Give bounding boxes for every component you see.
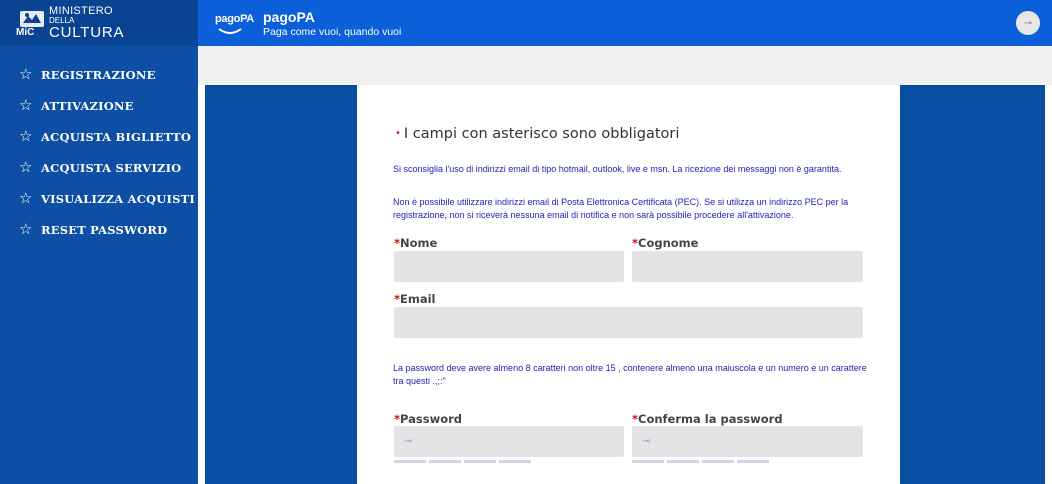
email-input[interactable] (394, 307, 863, 338)
star-outline-icon: ☆ (19, 128, 33, 145)
strength-segment (429, 460, 461, 463)
sidebar-item-label: RESET PASSWORD (41, 222, 168, 237)
header-titles: pagoPA Paga come vuoi, quando vuoi (263, 9, 401, 38)
sidebar-menu: ☆ REGISTRAZIONE ☆ ATTIVAZIONE ☆ ACQUISTA… (0, 45, 198, 245)
sidebar-item-acquista-servizio[interactable]: ☆ ACQUISTA SERVIZIO (0, 152, 198, 183)
star-outline-icon: ☆ (19, 221, 33, 238)
key-icon: ⊸ (642, 436, 651, 447)
sidebar-item-label: REGISTRAZIONE (41, 67, 156, 82)
required-note-text: I campi con asterisco sono obbligatori (403, 126, 680, 142)
email-label: *Email (394, 292, 436, 306)
password-input[interactable]: ⊸ (394, 426, 624, 457)
sidebar: MiC MINISTERO DELLA CULTURA ☆ REGISTRAZI… (0, 0, 198, 484)
toolbar-strip (198, 46, 1052, 85)
confirm-password-input[interactable]: ⊸ (632, 426, 863, 457)
key-icon: ⊸ (404, 436, 413, 447)
header-subtitle: Paga come vuoi, quando vuoi (263, 25, 402, 38)
sidebar-item-registrazione[interactable]: ☆ REGISTRAZIONE (0, 59, 198, 90)
ministry-logo-text: MINISTERO DELLA CULTURA (49, 4, 125, 41)
star-outline-icon: ☆ (19, 97, 33, 114)
sidebar-item-label: ACQUISTA SERVIZIO (41, 160, 182, 175)
right-edge-gap (1045, 85, 1052, 484)
logo-line-3: CULTURA (49, 23, 125, 41)
cognome-label-text: Cognome (638, 236, 699, 250)
sidebar-item-label: VISUALIZZA ACQUISTI (41, 191, 195, 206)
header-bar: pagoPA pagoPA Paga come vuoi, quando vuo… (198, 0, 1052, 46)
star-outline-icon: ☆ (19, 66, 33, 83)
sidebar-item-reset-password[interactable]: ☆ RESET PASSWORD (0, 214, 198, 245)
nome-input[interactable] (394, 251, 624, 282)
sidebar-item-attivazione[interactable]: ☆ ATTIVAZIONE (0, 90, 198, 121)
strength-segment (394, 460, 426, 463)
key-icon: ⊸ (1023, 17, 1033, 29)
pagopa-logo[interactable]: pagoPA (215, 7, 254, 39)
logo-mic-text: MiC (16, 26, 35, 38)
star-outline-icon: ☆ (19, 159, 33, 176)
password-strength-meter (394, 460, 531, 463)
strength-segment (702, 460, 734, 463)
sidebar-item-visualizza-acquisti[interactable]: ☆ VISUALIZZA ACQUISTI (0, 183, 198, 214)
pec-warning-text: Non è possibile utilizzare indirizzi ema… (393, 197, 849, 220)
password-label-text: Password (400, 412, 463, 426)
confirm-strength-meter (632, 460, 769, 463)
strength-segment (632, 460, 664, 463)
strength-segment (737, 460, 769, 463)
strength-segment (499, 460, 531, 463)
ministry-logo[interactable]: MiC MINISTERO DELLA CULTURA (0, 0, 198, 45)
strength-segment (464, 460, 496, 463)
star-outline-icon: ☆ (19, 190, 33, 207)
left-side-panel (205, 85, 357, 484)
registration-form: • I campi con asterisco sono obbligatori … (357, 85, 900, 484)
nome-label-text: Nome (400, 236, 438, 250)
required-fields-note: • I campi con asterisco sono obbligatori (395, 126, 679, 142)
logo-line-1: MINISTERO (49, 4, 113, 17)
password-rules-text: La password deve avere almeno 8 caratter… (393, 363, 867, 386)
email-warning-text: Si sconsiglia l'uso di indirizzi email d… (393, 164, 842, 174)
header-title: pagoPA (263, 8, 315, 25)
nome-label: *Nome (394, 236, 437, 250)
cognome-input[interactable] (632, 251, 863, 282)
ministry-emblem-icon: MiC (16, 8, 46, 38)
strength-segment (667, 460, 699, 463)
confirm-password-label-text: Conferma la password (638, 412, 783, 426)
required-bullet-icon: • (395, 128, 401, 139)
right-side-panel (900, 85, 1045, 484)
sidebar-item-acquista-biglietto[interactable]: ☆ ACQUISTA BIGLIETTO (0, 121, 198, 152)
sidebar-item-label: ATTIVAZIONE (41, 98, 134, 113)
email-label-text: Email (400, 292, 436, 306)
cognome-label: *Cognome (632, 236, 698, 250)
password-label: *Password (394, 412, 462, 426)
user-menu-button[interactable]: ⊸ (1016, 11, 1040, 35)
pagopa-smile-icon (218, 28, 242, 34)
sidebar-item-label: ACQUISTA BIGLIETTO (41, 129, 192, 144)
confirm-password-label: *Conferma la password (632, 412, 783, 426)
